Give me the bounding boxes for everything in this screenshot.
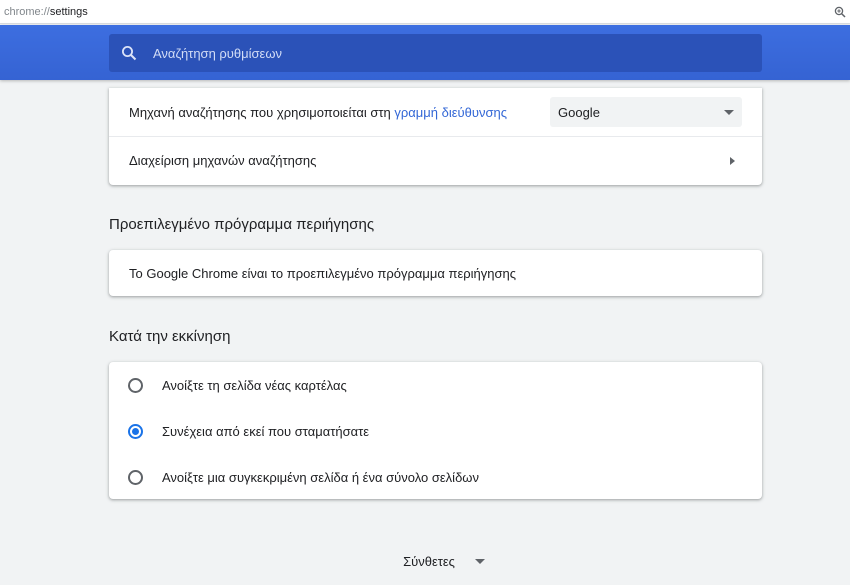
zoom-icon[interactable] <box>834 6 846 18</box>
radio-button[interactable] <box>128 377 143 393</box>
search-engine-row: Μηχανή αναζήτησης που χρησιμοποιείται στ… <box>109 88 762 136</box>
search-engine-label-text: Μηχανή αναζήτησης που χρησιμοποιείται στ… <box>129 104 395 120</box>
radio-button-selected[interactable] <box>128 423 143 439</box>
dropdown-arrow-icon <box>724 109 734 115</box>
search-input[interactable] <box>153 45 713 61</box>
radio-button[interactable] <box>128 469 143 485</box>
default-browser-card: Το Google Chrome είναι το προεπιλεγμένο … <box>109 250 762 296</box>
manage-search-engines-label: Διαχείριση μηχανών αναζήτησης <box>129 153 317 168</box>
address-text[interactable]: chrome://settings <box>4 6 88 18</box>
startup-card: Ανοίξτε τη σελίδα νέας καρτέλας Συνέχεια… <box>109 362 762 499</box>
advanced-label: Σύνθετες <box>403 553 455 569</box>
startup-option-new-tab[interactable]: Ανοίξτε τη σελίδα νέας καρτέλας <box>109 362 762 408</box>
chevron-down-icon <box>474 558 485 564</box>
settings-header <box>0 25 850 80</box>
settings-search[interactable] <box>109 34 762 72</box>
startup-option-label: Ανοίξτε τη σελίδα νέας καρτέλας <box>162 377 347 393</box>
search-engine-selected: Google <box>558 104 600 120</box>
startup-option-label: Ανοίξτε μια συγκεκριμένη σελίδα ή ένα σύ… <box>162 469 479 485</box>
startup-option-continue[interactable]: Συνέχεια από εκεί που σταματήσατε <box>109 408 762 454</box>
search-engine-card: Μηχανή αναζήτησης που χρησιμοποιείται στ… <box>109 88 762 185</box>
default-browser-title: Προεπιλεγμένο πρόγραμμα περιήγησης <box>109 216 375 233</box>
search-icon <box>121 45 137 61</box>
advanced-button[interactable]: Σύνθετες <box>365 554 485 569</box>
default-browser-row: Το Google Chrome είναι το προεπιλεγμένο … <box>109 250 762 296</box>
default-browser-status: Το Google Chrome είναι το προεπιλεγμένο … <box>129 265 517 281</box>
address-scheme: chrome:// <box>4 5 50 18</box>
chevron-right-icon <box>730 156 735 165</box>
startup-option-specific-pages[interactable]: Ανοίξτε μια συγκεκριμένη σελίδα ή ένα σύ… <box>109 454 762 500</box>
manage-search-engines-row[interactable]: Διαχείριση μηχανών αναζήτησης <box>109 136 762 184</box>
address-bar[interactable]: chrome://settings <box>0 0 850 24</box>
startup-option-label: Συνέχεια από εκεί που σταματήσατε <box>162 423 370 439</box>
search-engine-label: Μηχανή αναζήτησης που χρησιμοποιείται στ… <box>129 105 550 120</box>
address-bar-link[interactable]: γραμμή διεύθυνσης <box>394 105 507 120</box>
address-path: settings <box>49 5 88 18</box>
search-engine-select[interactable]: Google <box>550 97 742 127</box>
startup-title: Κατά την εκκίνηση <box>109 328 231 345</box>
advanced-section: Σύνθετες <box>0 552 850 570</box>
